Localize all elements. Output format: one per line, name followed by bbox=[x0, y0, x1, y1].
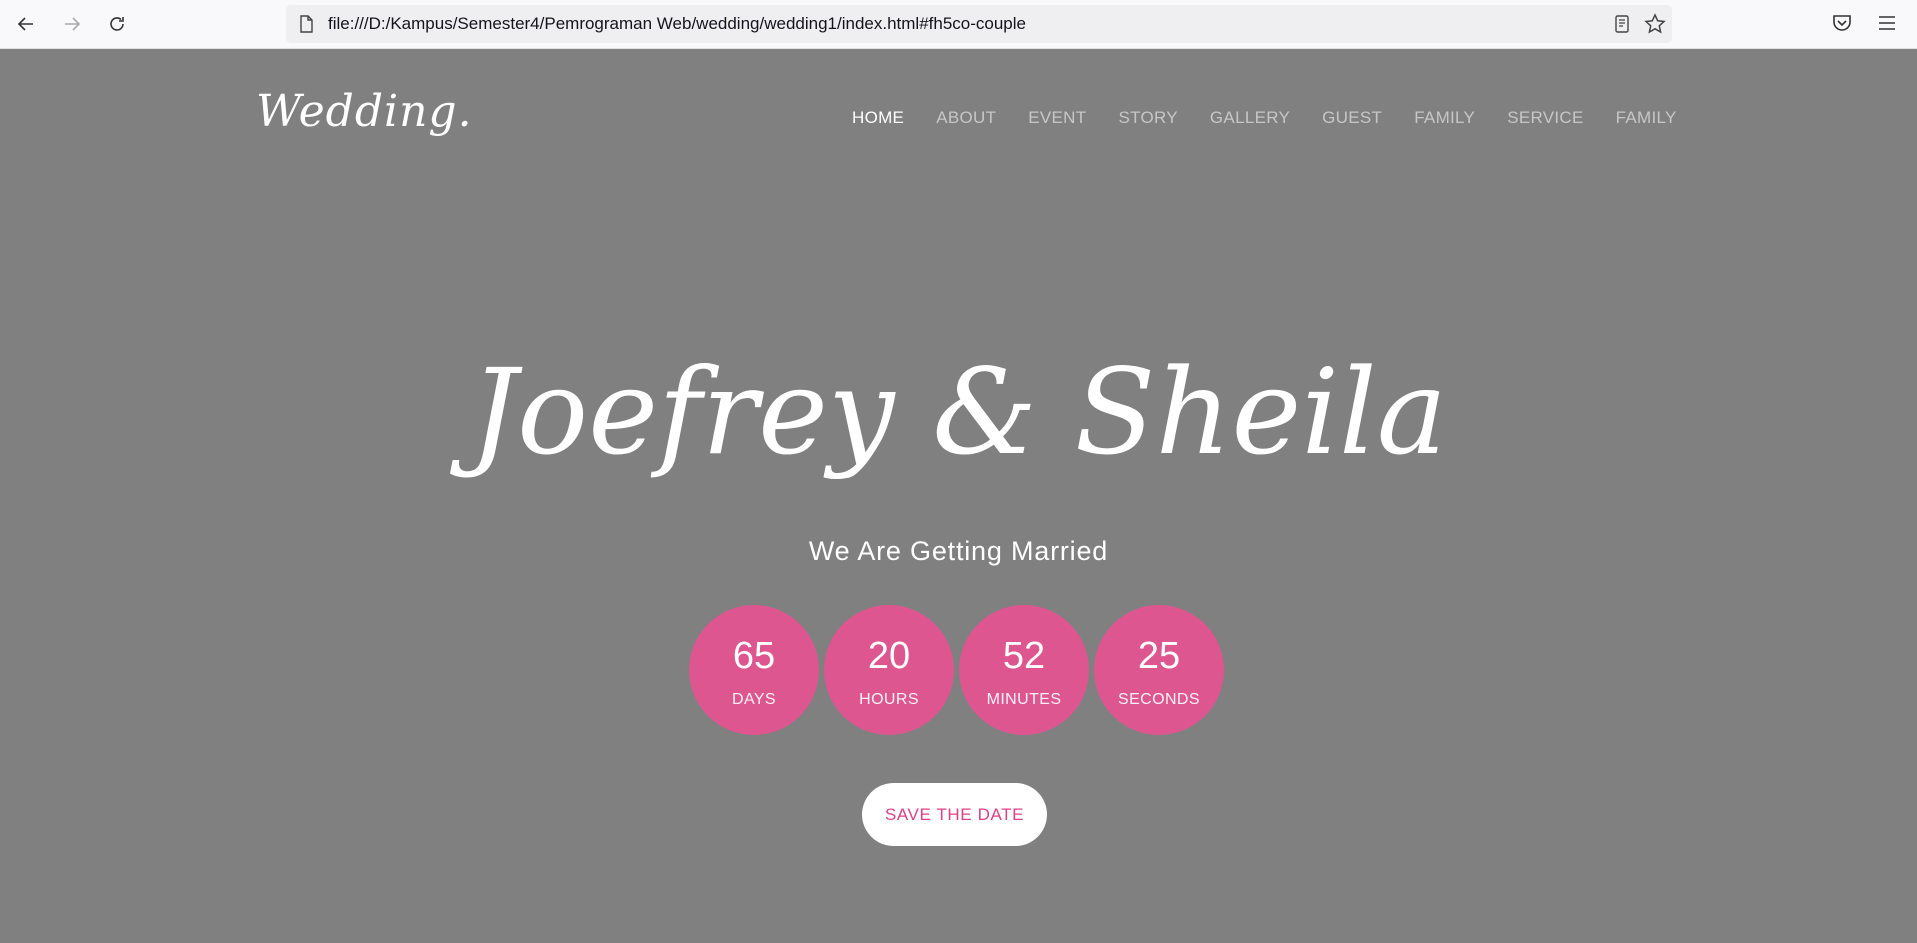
hamburger-menu-icon[interactable] bbox=[1876, 12, 1898, 34]
arrow-left-icon bbox=[17, 17, 33, 31]
countdown-timer: 65 DAYS 20 HOURS 52 MINUTES 25 SECONDS bbox=[689, 605, 1224, 735]
countdown-label: HOURS bbox=[859, 691, 919, 708]
forward-button[interactable] bbox=[58, 10, 86, 38]
countdown-minutes: 52 MINUTES bbox=[959, 605, 1089, 735]
countdown-hours: 20 HOURS bbox=[824, 605, 954, 735]
countdown-days: 65 DAYS bbox=[689, 605, 819, 735]
reader-view-icon[interactable] bbox=[1612, 14, 1632, 34]
countdown-value: 20 bbox=[867, 635, 911, 677]
arrow-right-icon bbox=[65, 17, 81, 31]
bookmark-star-icon[interactable] bbox=[1644, 13, 1666, 35]
nav-item-home[interactable]: HOME bbox=[852, 108, 904, 128]
nav-item-story[interactable]: STORY bbox=[1118, 108, 1177, 128]
countdown-value: 25 bbox=[1137, 635, 1181, 677]
countdown-label: SECONDS bbox=[1118, 691, 1200, 708]
countdown-value: 52 bbox=[1002, 635, 1046, 677]
nav-item-gallery[interactable]: GALLERY bbox=[1210, 108, 1290, 128]
back-button[interactable] bbox=[12, 10, 40, 38]
site-logo[interactable]: Wedding. bbox=[256, 86, 473, 137]
countdown-label: MINUTES bbox=[986, 691, 1062, 708]
url-text[interactable]: file:///D:/Kampus/Semester4/Pemrograman … bbox=[328, 5, 1026, 43]
nav-item-family-2[interactable]: FAMILY bbox=[1616, 108, 1677, 128]
main-nav: HOME ABOUT EVENT STORY GALLERY GUEST FAM… bbox=[852, 108, 1917, 128]
countdown-value: 65 bbox=[732, 635, 776, 677]
reload-button[interactable] bbox=[103, 10, 131, 38]
nav-item-service[interactable]: SERVICE bbox=[1507, 108, 1583, 128]
countdown-seconds: 25 SECONDS bbox=[1094, 605, 1224, 735]
pocket-icon[interactable] bbox=[1831, 12, 1853, 34]
couple-names: Joefrey & Sheila bbox=[469, 343, 1448, 481]
nav-item-event[interactable]: EVENT bbox=[1028, 108, 1086, 128]
nav-item-guest[interactable]: GUEST bbox=[1322, 108, 1382, 128]
page-icon bbox=[300, 15, 313, 33]
save-the-date-button[interactable]: SAVE THE DATE bbox=[862, 783, 1047, 846]
nav-item-family[interactable]: FAMILY bbox=[1414, 108, 1475, 128]
countdown-label: DAYS bbox=[732, 691, 776, 708]
address-bar[interactable]: file:///D:/Kampus/Semester4/Pemrograman … bbox=[286, 5, 1672, 43]
browser-toolbar: file:///D:/Kampus/Semester4/Pemrograman … bbox=[0, 0, 1917, 49]
hero-subtitle: We Are Getting Married bbox=[808, 536, 1109, 566]
nav-item-about[interactable]: ABOUT bbox=[936, 108, 996, 128]
reload-icon bbox=[110, 17, 124, 31]
